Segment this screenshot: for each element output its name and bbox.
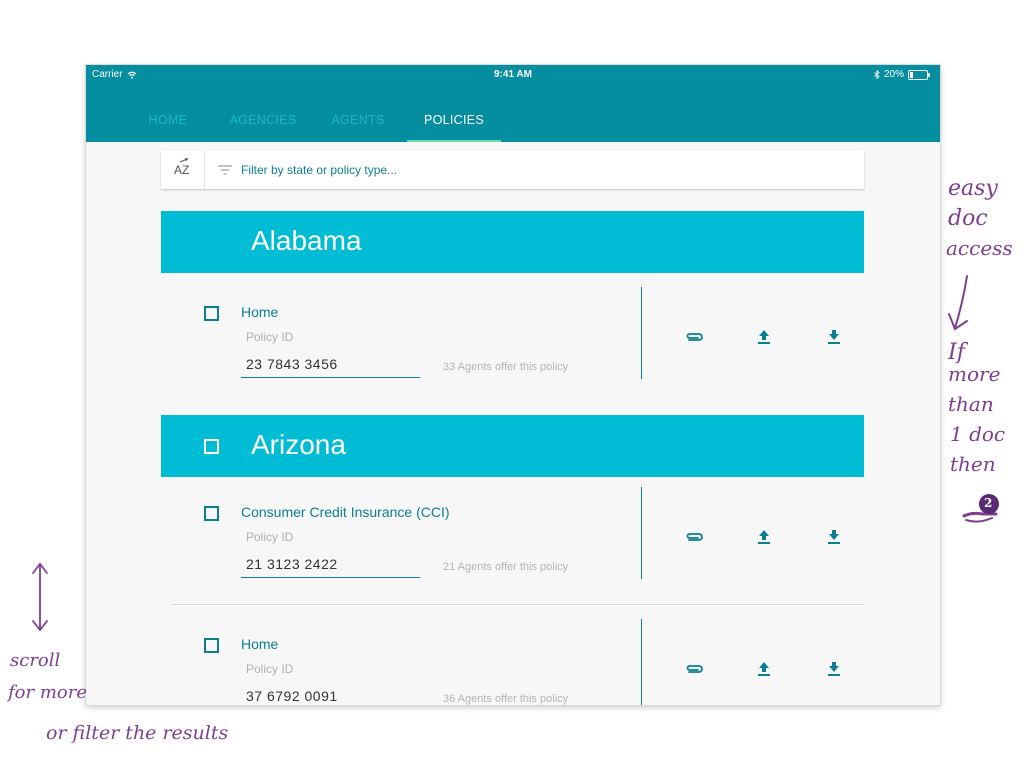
annotation-text: then xyxy=(950,452,996,476)
policy-name: Consumer Credit Insurance (CCI) xyxy=(241,504,450,520)
annotation-badge: 2 xyxy=(984,496,993,510)
vertical-divider xyxy=(641,619,642,705)
vertical-divider xyxy=(641,287,642,379)
annotation-text: scroll xyxy=(10,650,61,671)
state-header-alabama[interactable]: Alabama xyxy=(161,211,864,273)
annotation-text: more xyxy=(948,362,1001,386)
policy-checkbox[interactable] xyxy=(204,638,219,653)
upload-icon[interactable] xyxy=(754,527,774,547)
policy-id-field[interactable]: 37 6792 0091 xyxy=(241,688,420,705)
policy-row: Home Policy ID 23 7843 3456 33 Agents of… xyxy=(161,287,864,381)
tab-agencies[interactable]: AGENCIES xyxy=(224,85,302,142)
policy-row: Home Policy ID 37 6792 0091 36 Agents of… xyxy=(161,619,864,705)
state-checkbox[interactable] xyxy=(204,439,219,454)
hand-pointer-sketch xyxy=(962,494,999,523)
battery-icon xyxy=(908,69,930,80)
download-icon[interactable] xyxy=(824,527,844,547)
svg-text:A: A xyxy=(174,163,182,177)
annotation-text: for more xyxy=(8,682,87,703)
policy-id-label: Policy ID xyxy=(246,330,294,344)
policy-checkbox[interactable] xyxy=(204,306,219,321)
download-icon[interactable] xyxy=(824,659,844,679)
status-right: 20% xyxy=(874,69,930,80)
annotation-text: 1 doc xyxy=(950,422,1006,446)
attachment-icon[interactable] xyxy=(684,527,704,547)
filter-bar: A Z xyxy=(161,150,864,189)
policy-id-label: Policy ID xyxy=(246,662,294,676)
download-icon[interactable] xyxy=(824,327,844,347)
annotation-text: easy xyxy=(948,176,998,201)
tab-home[interactable]: HOME xyxy=(138,85,198,142)
annotation-text: doc xyxy=(948,206,988,231)
policy-id-field[interactable]: 21 3123 2422 xyxy=(241,556,420,578)
tablet-screen: Carrier 9:41 AM 20% HOME AGENCIES AGENTS… xyxy=(86,65,940,705)
top-navigation: HOME AGENCIES AGENTS POLICIES xyxy=(86,85,940,142)
annotation-text: than xyxy=(948,392,994,416)
svg-text:Z: Z xyxy=(182,163,189,177)
status-time: 9:41 AM xyxy=(494,69,532,80)
policy-name: Home xyxy=(241,636,279,652)
annotation-text: or filter the results xyxy=(46,722,229,744)
sort-az-icon: A Z xyxy=(174,157,189,177)
state-header-arizona[interactable]: Arizona xyxy=(161,415,864,477)
vertical-divider xyxy=(641,487,642,579)
sort-az-button[interactable]: A Z xyxy=(161,150,205,189)
upload-icon[interactable] xyxy=(754,327,774,347)
policy-name: Home xyxy=(241,304,279,320)
arrow-down-sketch xyxy=(948,275,968,331)
policy-id-label: Policy ID xyxy=(246,530,294,544)
agents-count: 36 Agents offer this policy xyxy=(443,693,569,705)
scroll-arrow-sketch xyxy=(32,562,48,632)
row-divider xyxy=(173,604,864,605)
policy-checkbox[interactable] xyxy=(204,506,219,521)
agents-count: 21 Agents offer this policy xyxy=(443,561,569,573)
battery-fill xyxy=(910,71,913,78)
tab-policies[interactable]: POLICIES xyxy=(407,85,501,142)
upload-icon[interactable] xyxy=(754,659,774,679)
battery-percent: 20% xyxy=(883,69,904,80)
bluetooth-icon xyxy=(874,70,880,79)
state-name: Arizona xyxy=(251,429,346,460)
state-name: Alabama xyxy=(251,225,362,256)
annotation-text: access xyxy=(946,236,1013,260)
policy-id-field[interactable]: 23 7843 3456 xyxy=(241,356,420,378)
attachment-icon[interactable] xyxy=(684,659,704,679)
tab-agents[interactable]: AGENTS xyxy=(326,85,390,142)
filter-input[interactable] xyxy=(239,158,843,182)
attachment-icon[interactable] xyxy=(684,327,704,347)
policy-row: Consumer Credit Insurance (CCI) Policy I… xyxy=(161,487,864,581)
filter-icon xyxy=(218,165,232,175)
agents-count: 33 Agents offer this policy xyxy=(443,361,569,373)
status-bar: Carrier 9:41 AM 20% xyxy=(86,65,940,85)
